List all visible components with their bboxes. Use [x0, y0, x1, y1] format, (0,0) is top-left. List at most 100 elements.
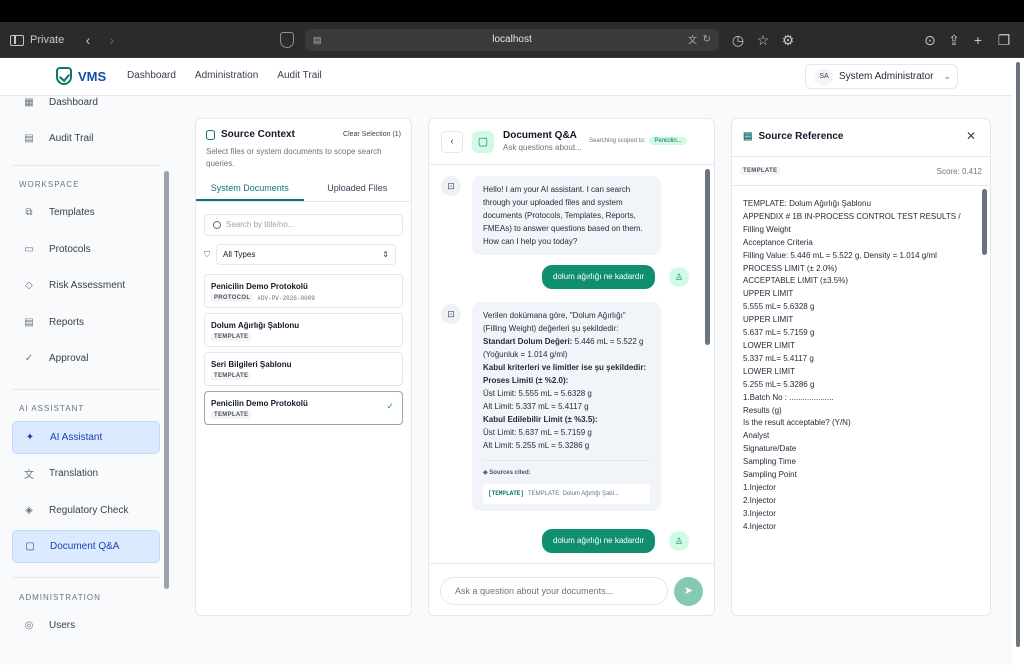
page-scrollbar-thumb[interactable]	[1016, 62, 1020, 647]
source-reference-line: Signature/Date	[743, 444, 797, 454]
source-reference-line: APPENDIX # 1B IN-PROCESS CONTROL TEST RE…	[743, 211, 961, 234]
new-tab-icon[interactable]: +	[970, 32, 986, 48]
clear-selection-button[interactable]: Clear Selection (1)	[343, 131, 401, 138]
chat-scrollbar[interactable]	[705, 169, 710, 345]
sidebar-item-reports[interactable]: ▤ Reports	[12, 306, 160, 339]
type-badge: TEMPLATE	[211, 333, 252, 341]
translate-icon[interactable]: 文	[688, 29, 697, 51]
sidebar-item-regulatory-check[interactable]: ◈ Regulatory Check	[12, 494, 160, 527]
forward-icon[interactable]: ›	[104, 32, 120, 48]
search-icon	[213, 221, 221, 229]
message-square-icon: ▢	[472, 131, 494, 153]
source-reference-line: 1.Injector	[743, 482, 776, 492]
file-text-icon: ▤	[743, 131, 753, 142]
downloads-icon[interactable]: ⊙	[922, 32, 938, 48]
sidebar-item-label: Translation	[49, 468, 99, 479]
filter-icon: ⛉	[204, 249, 210, 259]
section-label-workspace: WORKSPACE	[19, 180, 80, 189]
shield-icon: ◇	[25, 280, 33, 291]
message-square-icon: ▢	[25, 541, 35, 552]
tab-system-documents[interactable]: System Documents	[196, 175, 304, 201]
nav-audit-trail[interactable]: Audit Trail	[277, 70, 321, 81]
check-double-icon: ✓	[24, 353, 34, 364]
user-message: dolum ağırlığı ne kadardır	[542, 265, 656, 289]
check-icon: ✓	[386, 401, 394, 411]
chat-title: Document Q&A	[503, 130, 577, 141]
source-context-panel: Source Context Clear Selection (1) Selec…	[195, 118, 412, 616]
sidebar-item-risk-assessment[interactable]: ◇ Risk Assessment	[12, 269, 160, 302]
sidebar-item-approval[interactable]: ✓ Approval	[12, 342, 160, 375]
search-input[interactable]: Search by title/no...	[204, 214, 403, 236]
shield-check-icon	[56, 67, 72, 85]
section-label-administration: ADMINISTRATION	[19, 593, 101, 602]
send-icon[interactable]: ➤	[674, 577, 703, 606]
tab-uploaded-files[interactable]: Uploaded Files	[304, 175, 412, 201]
source-reference-line: 2.Injector	[743, 495, 776, 505]
sidebar-item-users[interactable]: ◎ Users	[12, 609, 160, 642]
sidebar-item-translation[interactable]: 文 Translation	[12, 457, 160, 490]
sidebar: ▦ Dashboard ▤ Audit Trail WORKSPACE ⧉ Te…	[0, 96, 174, 665]
user-avatar-icon: ♙	[669, 267, 689, 287]
share-icon[interactable]: ⇪	[946, 32, 962, 48]
source-reference-line: UPPER LIMIT	[743, 315, 794, 325]
document-item[interactable]: Dolum Ağırlığı Şablonu TEMPLATE	[204, 313, 403, 347]
close-icon[interactable]: ✕	[966, 129, 976, 143]
section-label-ai-assistant: AI ASSISTANT	[19, 404, 85, 413]
chat-input[interactable]: Ask a question about your documents...	[440, 577, 668, 605]
sidebar-item-protocols[interactable]: ▭ Protocols	[12, 233, 160, 266]
sidebar-item-audit-trail[interactable]: ▤ Audit Trail	[12, 122, 160, 155]
back-button[interactable]: ‹	[441, 131, 463, 153]
source-reference-panel: ▤ Source Reference ✕ TEMPLATE Score: 0.4…	[731, 118, 991, 616]
message-list[interactable]: ⊡ Hello! I am your AI assistant. I can s…	[429, 166, 709, 562]
sidebar-item-label: Regulatory Check	[49, 505, 129, 516]
sidebar-scrollbar[interactable]	[164, 171, 169, 589]
nav-dashboard[interactable]: Dashboard	[127, 70, 176, 81]
address-bar[interactable]: localhost ▤ 文 ↻	[305, 29, 719, 51]
scope-pill: Penicilin...	[649, 137, 687, 145]
source-citation[interactable]: [TEMPLATE] TEMPLATE: Dolum Ağırlığı Şabl.…	[483, 484, 650, 504]
source-reference-title: ▤ Source Reference	[743, 131, 844, 142]
private-tab-button[interactable]: Private	[10, 31, 64, 49]
source-reference-line: Is the result acceptable? (Y/N)	[743, 418, 851, 428]
clipboard-icon: ▤	[24, 133, 34, 144]
source-reference-line: Sampling Point	[743, 470, 797, 480]
settings-gear-icon[interactable]: ⚙	[780, 32, 796, 48]
source-reference-meta: TEMPLATE Score: 0.412	[732, 156, 990, 186]
source-reference-scrollbar[interactable]	[982, 189, 987, 255]
chat-input-area: Ask a question about your documents... ➤	[429, 563, 714, 615]
sidebar-item-label: Users	[49, 620, 76, 631]
back-icon[interactable]: ‹	[80, 32, 96, 48]
sparkles-icon: ✦	[25, 432, 35, 443]
reload-icon[interactable]: ↻	[703, 29, 711, 51]
privacy-shield-icon[interactable]	[280, 32, 294, 48]
document-item[interactable]: Seri Bilgileri Şablonu TEMPLATE	[204, 352, 403, 386]
document-item-selected[interactable]: Penicilin Demo Protokolü TEMPLATE ✓	[204, 391, 403, 425]
sidebar-item-ai-assistant[interactable]: ✦ AI Assistant	[12, 421, 160, 454]
brand-logo[interactable]: VMS	[56, 67, 106, 85]
divider	[12, 577, 160, 578]
source-reference-line: 4.Injector	[743, 521, 776, 531]
user-menu[interactable]: SA System Administrator ⌄	[805, 64, 958, 89]
document-item[interactable]: Penicilin Demo Protokolü PROTOCOL #DV-PV…	[204, 274, 403, 308]
report-icon: ▤	[24, 317, 34, 328]
sidebar-item-label: Audit Trail	[49, 133, 94, 144]
divider	[12, 165, 160, 166]
history-icon[interactable]: ◷	[730, 32, 746, 48]
chat-header: ‹ ▢ Document Q&A Ask questions about... …	[429, 119, 714, 165]
sidebar-item-document-qa[interactable]: ▢ Document Q&A	[12, 530, 160, 563]
type-select[interactable]: All Types ⇕	[216, 244, 396, 265]
page-scrollbar[interactable]	[1014, 58, 1022, 665]
sidebar-item-label: Risk Assessment	[49, 280, 126, 291]
nav-administration[interactable]: Administration	[195, 70, 258, 81]
page-menu-icon[interactable]: ▤	[313, 29, 322, 51]
type-badge: TEMPLATE	[740, 167, 781, 175]
sidebar-item-dashboard[interactable]: ▦ Dashboard	[12, 96, 160, 119]
source-context-title: Source Context	[206, 129, 295, 140]
top-nav: Dashboard Administration Audit Trail	[127, 70, 322, 81]
tab-overview-icon[interactable]: ❐	[996, 32, 1012, 48]
source-reference-line: Analyst	[743, 431, 770, 441]
shield-check-icon: ◈	[25, 505, 33, 516]
users-icon: ◎	[24, 620, 34, 631]
bookmark-star-icon[interactable]: ☆	[755, 32, 771, 48]
sidebar-item-templates[interactable]: ⧉ Templates	[12, 196, 160, 229]
